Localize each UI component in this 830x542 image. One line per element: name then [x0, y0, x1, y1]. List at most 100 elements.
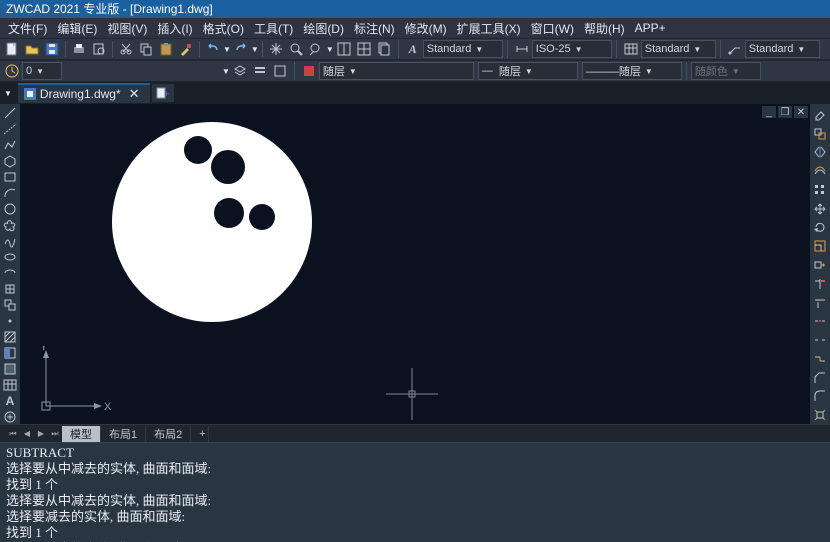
- tab-nav-prev-icon[interactable]: ◀: [20, 427, 34, 441]
- break-icon[interactable]: [810, 331, 830, 349]
- menu-ext[interactable]: 扩展工具(X): [453, 18, 525, 39]
- construction-line-icon[interactable]: [1, 122, 19, 137]
- linetype-combo[interactable]: —随层▼: [478, 62, 578, 80]
- sheet-set-icon[interactable]: [374, 39, 394, 59]
- tablestyle-icon[interactable]: [621, 39, 641, 59]
- named-view-icon[interactable]: [354, 39, 374, 59]
- table-icon[interactable]: [1, 377, 19, 392]
- canvas-restore-icon[interactable]: ❐: [778, 106, 792, 118]
- plotstyle-combo[interactable]: 随颜色▼: [691, 62, 761, 80]
- doc-tab-drawing1[interactable]: Drawing1.dwg* ✕: [18, 83, 150, 103]
- canvas-close-icon[interactable]: ✕: [794, 106, 808, 118]
- addselected-icon[interactable]: [1, 409, 19, 424]
- layer-state-icon[interactable]: [250, 61, 270, 81]
- zoom-prev-icon[interactable]: [306, 39, 326, 59]
- open-icon[interactable]: [22, 39, 42, 59]
- tab-list-dropdown-icon[interactable]: ▼: [4, 89, 12, 98]
- rectangle-icon[interactable]: [1, 170, 19, 185]
- tablestyle-combo[interactable]: Standard▼: [641, 40, 716, 58]
- join-icon[interactable]: [810, 350, 830, 368]
- mirror-icon[interactable]: [810, 144, 830, 162]
- dimstyle-combo[interactable]: ISO-25▼: [532, 40, 612, 58]
- tab-add-button[interactable]: +: [152, 84, 174, 102]
- menu-edit[interactable]: 编辑(E): [53, 18, 101, 39]
- menu-file[interactable]: 文件(F): [4, 18, 51, 39]
- cut-icon[interactable]: [116, 39, 136, 59]
- copy-icon[interactable]: [136, 39, 156, 59]
- tab-nav-first-icon[interactable]: ⏮: [6, 427, 20, 441]
- explode-icon[interactable]: [810, 406, 830, 424]
- print-icon[interactable]: [69, 39, 89, 59]
- offset-icon[interactable]: [810, 162, 830, 180]
- zoom-realtime-icon[interactable]: [286, 39, 306, 59]
- menu-help[interactable]: 帮助(H): [580, 18, 629, 39]
- menu-draw[interactable]: 绘图(D): [299, 18, 348, 39]
- ellipse-icon[interactable]: [1, 250, 19, 265]
- tab-layout-add-icon[interactable]: +: [191, 426, 209, 442]
- array-icon[interactable]: [810, 181, 830, 199]
- canvas-minimize-icon[interactable]: _: [762, 106, 776, 118]
- viewport-icon[interactable]: [334, 39, 354, 59]
- scale-icon[interactable]: [810, 237, 830, 255]
- tab-layout1[interactable]: 布局1: [101, 426, 146, 442]
- fillet-icon[interactable]: [810, 387, 830, 405]
- stretch-icon[interactable]: [810, 256, 830, 274]
- tab-model[interactable]: 模型: [62, 426, 101, 442]
- color-layer-combo[interactable]: 随层▼: [319, 62, 474, 80]
- make-block-icon[interactable]: [1, 297, 19, 312]
- polyline-icon[interactable]: [1, 138, 19, 153]
- menu-insert[interactable]: 插入(I): [153, 18, 196, 39]
- move-icon[interactable]: [810, 200, 830, 218]
- match-prop-icon[interactable]: [176, 39, 196, 59]
- spline-icon[interactable]: [1, 234, 19, 249]
- hatch-icon[interactable]: [1, 329, 19, 344]
- new-icon[interactable]: [2, 39, 22, 59]
- region-icon[interactable]: [1, 361, 19, 376]
- ellipse-arc-icon[interactable]: [1, 266, 19, 281]
- mleaderstyle-icon[interactable]: [725, 39, 745, 59]
- trim-icon[interactable]: [810, 275, 830, 293]
- arc-icon[interactable]: [1, 186, 19, 201]
- polygon-icon[interactable]: [1, 154, 19, 169]
- line-icon[interactable]: [1, 106, 19, 121]
- color-swatch-icon[interactable]: [299, 61, 319, 81]
- toolbar-dropdown-icon[interactable]: ▼: [222, 67, 230, 76]
- undo-dropdown-icon[interactable]: ▼: [223, 45, 231, 54]
- menu-tools[interactable]: 工具(T): [250, 18, 297, 39]
- layer-freeze-icon[interactable]: [270, 61, 290, 81]
- layer-prop-icon[interactable]: [230, 61, 250, 81]
- undo-icon[interactable]: [203, 39, 223, 59]
- tab-layout2[interactable]: 布局2: [146, 426, 191, 442]
- redo-dropdown-icon[interactable]: ▼: [251, 45, 259, 54]
- save-icon[interactable]: [42, 39, 62, 59]
- redo-icon[interactable]: [231, 39, 251, 59]
- textstyle-select-icon[interactable]: A: [403, 39, 423, 59]
- revcloud-icon[interactable]: [1, 218, 19, 233]
- tab-nav-next-icon[interactable]: ▶: [34, 427, 48, 441]
- drawing-canvas[interactable]: _ ❐ ✕ Y X: [20, 104, 810, 424]
- zoom-dropdown-icon[interactable]: ▼: [326, 45, 334, 54]
- gradient-icon[interactable]: [1, 345, 19, 360]
- menu-format[interactable]: 格式(O): [199, 18, 248, 39]
- insert-block-icon[interactable]: [1, 281, 19, 296]
- dimstyle-icon[interactable]: [512, 39, 532, 59]
- pan-icon[interactable]: [266, 39, 286, 59]
- preview-icon[interactable]: [89, 39, 109, 59]
- menu-dim[interactable]: 标注(N): [350, 18, 399, 39]
- menu-view[interactable]: 视图(V): [103, 18, 151, 39]
- copy-modify-icon[interactable]: [810, 125, 830, 143]
- menu-window[interactable]: 窗口(W): [527, 18, 578, 39]
- tab-close-icon[interactable]: ✕: [125, 86, 144, 102]
- lineweight-combo[interactable]: ———随层▼: [582, 62, 682, 80]
- clock-recent-icon[interactable]: [2, 61, 22, 81]
- recent-combo[interactable]: 0▼: [22, 62, 62, 80]
- break-point-icon[interactable]: [810, 312, 830, 330]
- rotate-icon[interactable]: [810, 219, 830, 237]
- textstyle-combo[interactable]: Standard▼: [423, 40, 503, 58]
- erase-icon[interactable]: [810, 106, 830, 124]
- extend-icon[interactable]: [810, 294, 830, 312]
- mleaderstyle-combo[interactable]: Standard▼: [745, 40, 820, 58]
- mtext-icon[interactable]: A: [1, 393, 19, 408]
- paste-icon[interactable]: [156, 39, 176, 59]
- point-icon[interactable]: [1, 313, 19, 328]
